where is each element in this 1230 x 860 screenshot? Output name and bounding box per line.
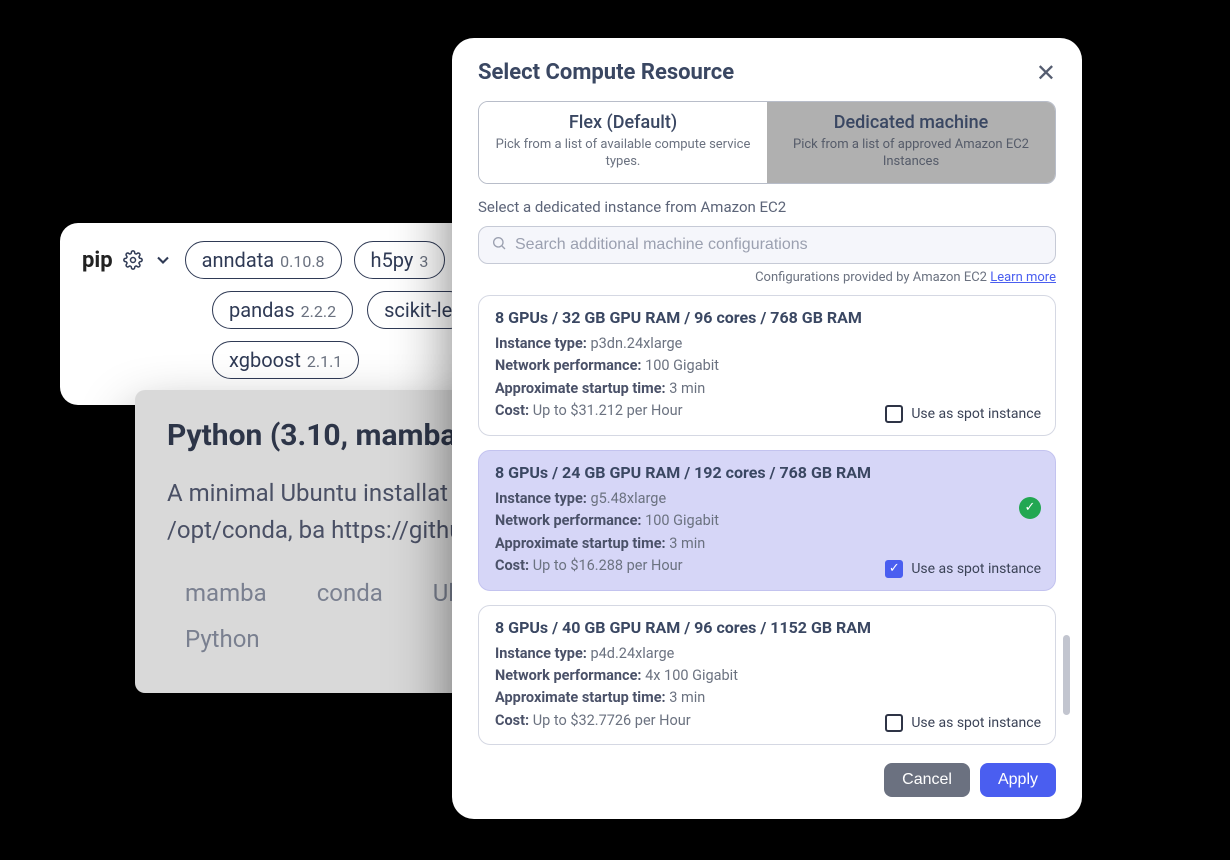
package-chip[interactable]: pandas 2.2.2 (212, 291, 353, 329)
cost-label: Cost: (495, 557, 529, 574)
cancel-button[interactable]: Cancel (884, 763, 970, 797)
chevron-down-icon[interactable] (153, 250, 173, 270)
config-source-text: Configurations provided by Amazon EC2 (755, 270, 987, 285)
spot-label: Use as spot instance (911, 715, 1041, 731)
resource-type-tabs: Flex (Default) Pick from a list of avail… (478, 101, 1056, 184)
instance-network: 100 Gigabit (645, 357, 719, 374)
package-name: pandas (229, 298, 295, 322)
checkbox-icon[interactable] (885, 405, 903, 423)
pip-label-group: pip (82, 248, 173, 273)
spot-label: Use as spot instance (911, 406, 1041, 422)
instance-card[interactable]: 8 GPUs / 40 GB GPU RAM / 96 cores / 1152… (478, 605, 1056, 746)
package-name: xgboost (229, 348, 301, 372)
cost-label: Cost: (495, 712, 529, 729)
instance-card[interactable]: 8 GPUs / 24 GB GPU RAM / 192 cores / 768… (478, 450, 1056, 591)
startup-label: Approximate startup time: (495, 380, 666, 397)
instance-select-label: Select a dedicated instance from Amazon … (478, 198, 1056, 216)
instance-spec: 8 GPUs / 24 GB GPU RAM / 192 cores / 768… (495, 463, 1039, 482)
instance-cost: Up to $16.288 per Hour (533, 557, 683, 574)
checkbox-icon[interactable]: ✓ (885, 560, 903, 578)
instance-startup: 3 min (669, 689, 705, 706)
package-name: h5py (371, 248, 414, 272)
tab-subtitle: Pick from a list of approved Amazon EC2 … (777, 137, 1045, 171)
network-label: Network performance: (495, 357, 642, 374)
instance-type-label: Instance type: (495, 490, 587, 507)
scrollbar[interactable] (1063, 635, 1070, 715)
package-version: 2.2.2 (301, 302, 336, 321)
search-icon (491, 235, 507, 255)
tab-dedicated[interactable]: Dedicated machine Pick from a list of ap… (767, 102, 1055, 183)
instance-type: p3dn.24xlarge (591, 335, 683, 352)
package-version: 3 (419, 252, 428, 271)
tab-title: Dedicated machine (777, 112, 1045, 133)
instance-type: p4d.24xlarge (591, 645, 675, 662)
tab-title: Flex (Default) (489, 112, 757, 133)
env-tag: conda (317, 579, 383, 607)
startup-label: Approximate startup time: (495, 535, 666, 552)
instance-spec: 8 GPUs / 40 GB GPU RAM / 96 cores / 1152… (495, 618, 1039, 637)
package-chip[interactable]: anndata 0.10.8 (185, 241, 342, 279)
network-label: Network performance: (495, 667, 642, 684)
learn-more-link[interactable]: Learn more (990, 270, 1056, 285)
close-icon[interactable]: ✕ (1036, 61, 1056, 85)
spot-instance-toggle[interactable]: Use as spot instance (885, 714, 1041, 732)
gear-icon[interactable] (123, 250, 143, 270)
spot-instance-toggle[interactable]: ✓ Use as spot instance (885, 560, 1041, 578)
package-chip[interactable]: h5py 3 (354, 241, 446, 279)
instance-cost: Up to $32.7726 per Hour (533, 712, 691, 729)
package-name: scikit-le (384, 298, 452, 322)
package-version: 0.10.8 (280, 252, 324, 271)
package-chip[interactable]: xgboost 2.1.1 (212, 341, 359, 379)
config-source-row: Configurations provided by Amazon EC2 Le… (478, 270, 1056, 285)
instance-type: g5.48xlarge (591, 490, 667, 507)
spot-instance-toggle[interactable]: Use as spot instance (885, 405, 1041, 423)
instance-cost: Up to $31.212 per Hour (533, 402, 683, 419)
compute-resource-modal: Select Compute Resource ✕ Flex (Default)… (452, 38, 1082, 819)
selected-check-icon: ✓ (1019, 497, 1041, 519)
network-label: Network performance: (495, 512, 642, 529)
instance-startup: 3 min (669, 380, 705, 397)
instance-spec: 8 GPUs / 32 GB GPU RAM / 96 cores / 768 … (495, 308, 1039, 327)
cost-label: Cost: (495, 402, 529, 419)
package-name: anndata (202, 248, 275, 272)
env-tag: Python (185, 625, 260, 653)
instance-network: 4x 100 Gigabit (645, 667, 738, 684)
search-input[interactable] (515, 236, 1043, 254)
modal-title: Select Compute Resource (478, 60, 734, 85)
instance-type-label: Instance type: (495, 335, 587, 352)
spot-label: Use as spot instance (911, 561, 1041, 577)
instance-network: 100 Gigabit (645, 512, 719, 529)
env-tag: mamba (185, 579, 267, 607)
apply-button[interactable]: Apply (980, 763, 1056, 797)
pip-label: pip (82, 248, 113, 273)
instance-startup: 3 min (669, 535, 705, 552)
instance-type-label: Instance type: (495, 645, 587, 662)
startup-label: Approximate startup time: (495, 689, 666, 706)
instance-card[interactable]: 8 GPUs / 32 GB GPU RAM / 96 cores / 768 … (478, 295, 1056, 436)
checkbox-icon[interactable] (885, 714, 903, 732)
search-field-wrapper[interactable] (478, 226, 1056, 264)
tab-subtitle: Pick from a list of available compute se… (489, 137, 757, 171)
tab-flex[interactable]: Flex (Default) Pick from a list of avail… (479, 102, 767, 183)
instance-list: 8 GPUs / 32 GB GPU RAM / 96 cores / 768 … (478, 295, 1056, 746)
package-version: 2.1.1 (307, 352, 342, 371)
